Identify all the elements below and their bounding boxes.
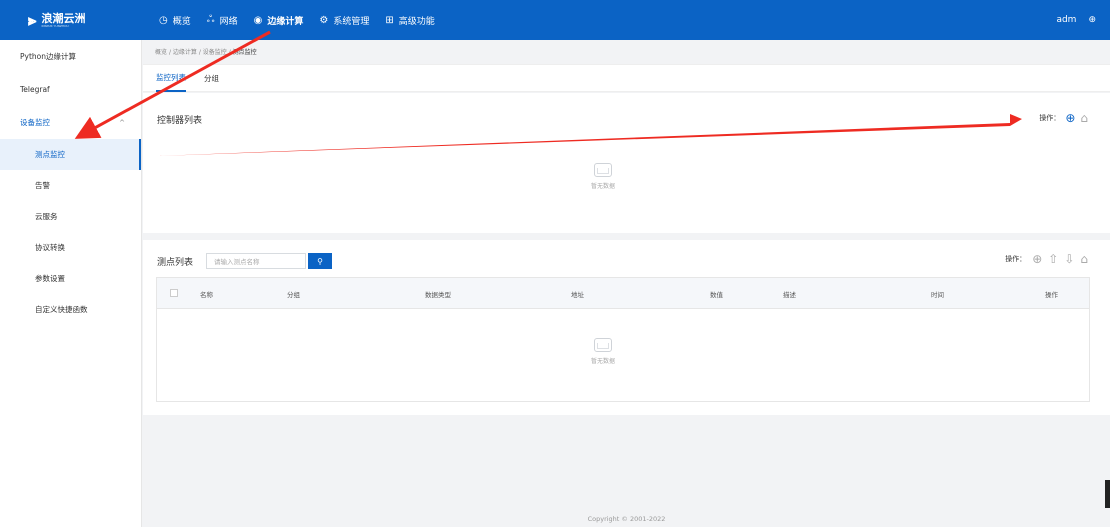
points-empty-state: 暂无数据 [591, 338, 615, 365]
table-header: 名称 分组 数据类型 地址 数值 描述 时间 操作 [157, 278, 1089, 309]
sidebar-item-protocol-convert[interactable]: 协议转换 [0, 232, 141, 263]
controller-list-title: 控制器列表 [157, 116, 203, 126]
sidebar-item-telegraf[interactable]: Telegraf [0, 73, 141, 106]
controller-panel: 控制器列表 操作： ⊕ ⌂ 暂无数据 [143, 93, 1110, 233]
points-list-title: 测点列表 [157, 258, 194, 268]
settings-icon: ⚙ [319, 14, 329, 26]
trash-icon[interactable]: ⌂ [1080, 252, 1088, 266]
search-icon[interactable]: ⚲ [308, 253, 332, 269]
add-circle-icon[interactable]: ⊕ [1032, 252, 1042, 266]
sidebar-item-cloud-service[interactable]: 云服务 [0, 201, 141, 232]
tab-monitor-list[interactable]: 监控列表 [156, 65, 186, 92]
points-table: 名称 分组 数据类型 地址 数值 描述 时间 操作 暂无数据 [156, 277, 1090, 402]
logo-mark-icon: ⫸ [28, 11, 37, 29]
col-actions: 操作 [1045, 290, 1058, 299]
user-menu[interactable]: adm [1056, 15, 1076, 25]
empty-text: 暂无数据 [591, 358, 616, 365]
operation-label: 操作： [1005, 255, 1027, 263]
col-group[interactable]: 分组 [287, 278, 300, 309]
nav-label: 边缘计算 [267, 16, 304, 27]
empty-box-icon [594, 338, 612, 352]
sidebar-item-device-monitor[interactable]: 设备监控 ^ [0, 106, 141, 139]
nav-label: 系统管理 [333, 16, 370, 27]
points-panel: 测点列表 请输入测点名称 ⚲ 操作： ⊕ ⇧ ⇩ ⌂ 名称 分组 数据类型 地址… [143, 240, 1110, 415]
add-circle-icon[interactable]: ⊕ [1065, 111, 1075, 125]
col-address[interactable]: 地址 [571, 278, 584, 309]
dashboard-icon: ◷ [159, 14, 168, 26]
empty-text: 暂无数据 [591, 183, 616, 190]
globe-icon[interactable]: ⊕ [1088, 15, 1096, 25]
grid-icon: ⊞ [385, 14, 394, 26]
col-data-type[interactable]: 数据类型 [425, 278, 451, 309]
select-all-checkbox[interactable] [170, 289, 178, 297]
breadcrumb-current: 测点监控 [232, 49, 257, 56]
logo-title: 浪潮云洲 [41, 11, 86, 25]
nav-label: 网络 [219, 16, 238, 27]
nav-system-management[interactable]: ⚙ 系统管理 [311, 0, 377, 40]
points-operations: 操作： ⊕ ⇧ ⇩ ⌂ [1005, 252, 1088, 266]
sidebar-item-python-edge[interactable]: Python边缘计算 [0, 40, 141, 73]
sidebar-item-alarm[interactable]: 告警 [0, 170, 141, 201]
col-description[interactable]: 描述 [783, 278, 796, 309]
nav-advanced[interactable]: ⊞ 高级功能 [377, 0, 442, 40]
footer-copyright: Copyright © 2001-2022 [587, 515, 666, 523]
trash-icon[interactable]: ⌂ [1080, 111, 1088, 125]
sidebar-item-point-monitor[interactable]: 测点监控 [0, 139, 141, 170]
sidebar-item-custom-functions[interactable]: 自定义快捷函数 [0, 294, 141, 325]
empty-box-icon [594, 163, 612, 177]
network-icon: ஃ [206, 14, 215, 25]
upload-icon[interactable]: ⇧ [1048, 252, 1058, 266]
nav-overview[interactable]: ◷ 概览 [151, 0, 199, 40]
logo-subtitle: INSPUR YUNZHOU [41, 23, 69, 28]
breadcrumb: 概览 / 边缘计算 / 设备监控 / 测点监控 [155, 49, 257, 56]
main-nav: ◷ 概览 ஃ 网络 ◉ 边缘计算 ⚙ 系统管理 ⊞ 高级功能 [151, 0, 443, 40]
col-value[interactable]: 数值 [710, 278, 723, 309]
controller-operations: 操作： ⊕ ⌂ [1039, 111, 1088, 125]
breadcrumb-item[interactable]: 边缘计算 [173, 49, 197, 56]
nav-network[interactable]: ஃ 网络 [199, 0, 246, 40]
breadcrumb-item[interactable]: 概览 [155, 49, 167, 56]
brand-logo[interactable]: ⫸ 浪潮云洲 INSPUR YUNZHOU [0, 0, 143, 40]
operation-label: 操作： [1039, 114, 1061, 122]
sidebar: Python边缘计算 Telegraf 设备监控 ^ 测点监控 告警 云服务 协… [0, 40, 142, 527]
breadcrumb-item[interactable]: 设备监控 [203, 49, 227, 56]
nav-label: 概览 [172, 16, 191, 27]
tab-group[interactable]: 分组 [204, 65, 230, 92]
col-name[interactable]: 名称 [200, 278, 213, 309]
scroll-handle[interactable] [1105, 480, 1110, 508]
nav-edge-compute[interactable]: ◉ 边缘计算 [246, 0, 312, 40]
top-navbar: ⫸ 浪潮云洲 INSPUR YUNZHOU ◷ 概览 ஃ 网络 ◉ 边缘计算 ⚙… [0, 0, 1110, 40]
tab-bar: 监控列表 分组 [143, 64, 1110, 92]
chevron-up-icon: ^ [119, 118, 125, 127]
edge-compute-icon: ◉ [253, 14, 263, 26]
point-search-input[interactable]: 请输入测点名称 [206, 253, 306, 269]
controller-empty-state: 暂无数据 [591, 163, 615, 190]
nav-label: 高级功能 [398, 16, 435, 27]
col-time[interactable]: 时间 [931, 278, 944, 309]
download-icon[interactable]: ⇩ [1064, 252, 1074, 266]
sidebar-item-parameters[interactable]: 参数设置 [0, 263, 141, 294]
